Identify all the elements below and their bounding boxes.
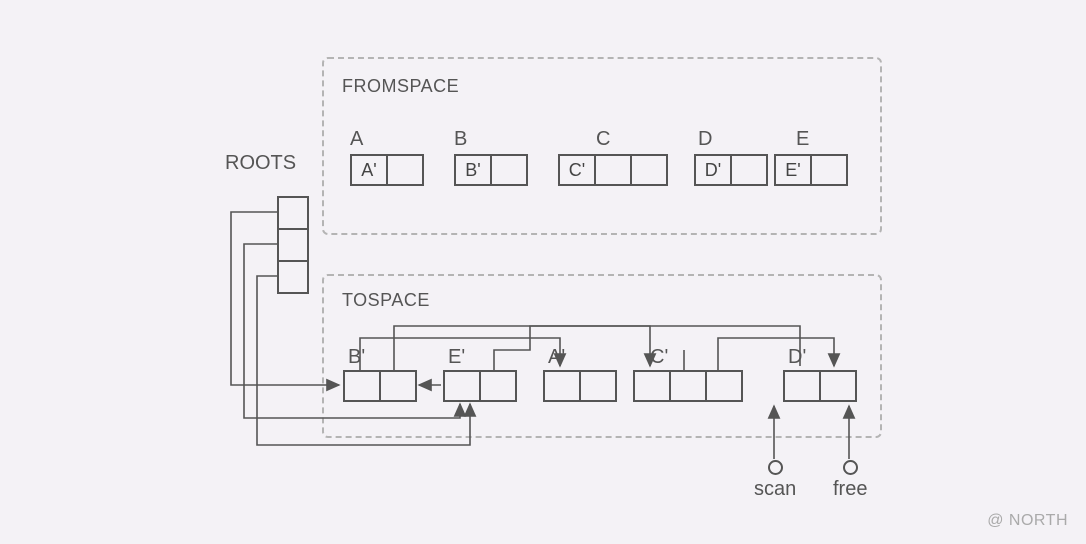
scan-label: scan: [754, 478, 796, 501]
tospace-obj-a: [543, 370, 617, 402]
fromspace-obj-d: D': [694, 154, 768, 186]
fromspace-obj-label-e: E: [796, 128, 809, 151]
tospace-obj-label-c: C': [650, 346, 668, 369]
fromspace-obj-label-d: D: [698, 128, 712, 151]
fromspace-ptr-e: E': [776, 156, 810, 184]
tospace-obj-b: [343, 370, 417, 402]
fromspace-obj-label-c: C: [596, 128, 610, 151]
tospace-obj-e: [443, 370, 517, 402]
fromspace-ptr-c: C': [560, 156, 594, 184]
fromspace-ptr-a: A': [352, 156, 386, 184]
root-cell-1: [277, 228, 309, 262]
fromspace-obj-c: C': [558, 154, 668, 186]
fromspace-obj-label-a: A: [350, 128, 363, 151]
free-label: free: [833, 478, 867, 501]
fromspace-obj-a: A': [350, 154, 424, 186]
roots-stack: [277, 196, 309, 294]
root-cell-2: [277, 260, 309, 294]
root-cell-0: [277, 196, 309, 230]
tospace-obj-label-b: B': [348, 346, 365, 369]
fromspace-obj-label-b: B: [454, 128, 467, 151]
scan-dot: [768, 460, 783, 475]
fromspace-ptr-d: D': [696, 156, 730, 184]
fromspace-obj-b: B': [454, 154, 528, 186]
tospace-title: TOSPACE: [342, 290, 430, 311]
tospace-obj-c: [633, 370, 743, 402]
fromspace-obj-e: E': [774, 154, 848, 186]
fromspace-title: FROMSPACE: [342, 76, 459, 97]
credit-label: @ NORTH: [987, 512, 1068, 530]
roots-label: ROOTS: [225, 152, 296, 175]
free-dot: [843, 460, 858, 475]
tospace-obj-d: [783, 370, 857, 402]
tospace-obj-label-a: A': [548, 346, 565, 369]
tospace-obj-label-e: E': [448, 346, 465, 369]
tospace-obj-label-d: D': [788, 346, 806, 369]
fromspace-ptr-b: B': [456, 156, 490, 184]
